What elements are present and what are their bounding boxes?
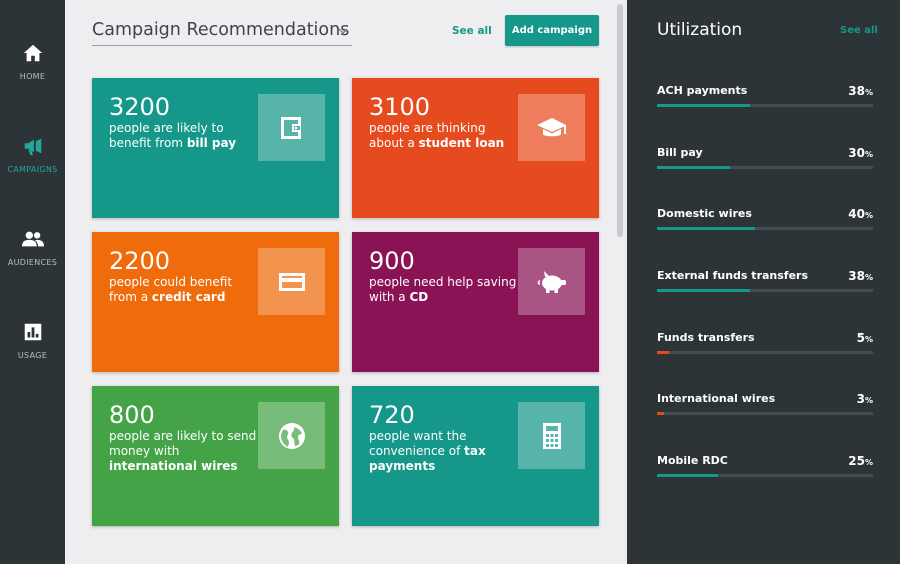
campaign-card-bill-pay[interactable]: 3200 people are likely to benefit from b… (92, 78, 339, 218)
campaign-card-credit-card[interactable]: 2200 people could benefit from a credit … (92, 232, 339, 372)
chevron-down-icon (338, 28, 348, 34)
campaign-type-dropdown[interactable]: Campaign Recommendations (92, 18, 352, 46)
utilization-percent: 38% (848, 84, 873, 98)
campaign-card-student-loan[interactable]: 3100 people are thinking about a student… (352, 78, 599, 218)
utilization-panel: Utilization See all ACH payments 38% Bill … (627, 0, 900, 564)
card-icon-box (258, 248, 325, 315)
nav-label-campaigns: CAMPAIGNS (7, 165, 58, 174)
utilization-row: Bill pay 30% (657, 146, 873, 176)
utilization-bar-fill (657, 227, 755, 230)
nav-label-audiences: AUDIENCES (7, 258, 58, 267)
utilization-name: External funds transfers (657, 269, 809, 282)
utilization-bar-fill (657, 104, 750, 107)
megaphone-icon (24, 138, 41, 156)
card-icon-box (518, 402, 585, 469)
utilization-percent: 38% (848, 269, 873, 283)
wallet-icon (280, 116, 301, 139)
utilization-percent: 25% (848, 454, 873, 468)
utilization-row: International wires 3% (657, 392, 873, 422)
utilization-bar-fill (657, 351, 670, 354)
utilization-name: Bill pay (657, 146, 703, 159)
card-description: people are likely to benefit from bill p… (109, 121, 237, 150)
utilization-name: International wires (657, 392, 776, 405)
main-content: Campaign Recommendations See all Add cam… (65, 0, 627, 564)
utilization-bar-fill (657, 166, 731, 169)
add-campaign-button[interactable]: Add campaign (505, 15, 599, 46)
people-icon (21, 231, 44, 247)
utilization-percent: 40% (848, 207, 873, 221)
card-count: 3100 (369, 93, 431, 121)
utilization-bar-track (657, 104, 873, 107)
nav-label-home: HOME (19, 72, 46, 81)
utilization-percent: 5% (856, 331, 873, 345)
nav-item-home[interactable]: HOME (0, 42, 65, 114)
card-description: people want the convenience of tax payme… (369, 429, 486, 473)
campaign-card-tax-payments[interactable]: 720 people want the convenience of tax p… (352, 386, 599, 526)
utilization-row: External funds transfers 38% (657, 269, 873, 299)
utilization-bar-fill (657, 474, 719, 477)
campaign-card-cd[interactable]: 900 people need help saving with a CD (352, 232, 599, 372)
card-count: 2200 (109, 247, 171, 275)
utilization-bar-track (657, 474, 873, 477)
dropdown-selected-value: Campaign Recommendations (92, 20, 350, 40)
utilization-bar-track (657, 412, 873, 415)
utilization-percent: 30% (848, 146, 873, 160)
utilization-bar-track (657, 227, 873, 230)
bar-chart-icon (24, 323, 41, 341)
card-icon-box (258, 402, 325, 469)
card-icon-box (518, 94, 585, 161)
utilization-name: Funds transfers (657, 331, 755, 344)
utilization-bar-track (657, 351, 873, 354)
utilization-row: Funds transfers 5% (657, 331, 873, 361)
graduation-cap-icon (536, 117, 566, 136)
utilization-row: ACH payments 38% (657, 84, 873, 114)
card-description: people are thinking about a student loan (369, 121, 505, 150)
card-icon-box (258, 94, 325, 161)
utilization-bar-track (657, 166, 873, 169)
utilization-bar-track (657, 289, 873, 292)
card-description: people need help saving with a CD (369, 275, 517, 304)
card-count: 800 (109, 401, 155, 429)
scrollbar-thumb[interactable] (617, 4, 623, 237)
utilization-bar-fill (657, 412, 665, 415)
credit-card-icon (278, 272, 305, 291)
main-scrollbar[interactable] (616, 0, 624, 564)
utilization-name: Domestic wires (657, 207, 752, 220)
utilization-percent: 3% (856, 392, 873, 406)
nav-label-usage: USAGE (17, 351, 48, 360)
card-description: people could benefit from a credit card (109, 275, 233, 304)
utilization-title: Utilization (657, 20, 743, 40)
campaign-card-international-wires[interactable]: 800 people are likely to send money with… (92, 386, 339, 526)
card-count: 720 (369, 401, 415, 429)
see-all-utilization-link[interactable]: See all (840, 25, 878, 36)
nav-item-usage[interactable]: USAGE (0, 321, 65, 393)
card-icon-box (518, 248, 585, 315)
card-count: 900 (369, 247, 415, 275)
piggy-bank-icon (537, 270, 566, 293)
nav-item-campaigns[interactable]: CAMPAIGNS (0, 135, 65, 207)
utilization-bar-fill (657, 289, 750, 292)
utilization-row: Mobile RDC 25% (657, 454, 873, 484)
sidebar-nav: HOME CAMPAIGNS AUDIENCES USAGE (0, 0, 65, 564)
card-count: 3200 (109, 93, 171, 121)
nav-item-audiences[interactable]: AUDIENCES (0, 228, 65, 300)
globe-icon (278, 422, 305, 449)
home-icon (23, 44, 42, 62)
see-all-campaigns-link[interactable]: See all (452, 25, 492, 37)
card-description: people are likely to send money with int… (109, 429, 257, 473)
calculator-icon (542, 422, 561, 449)
utilization-name: ACH payments (657, 84, 748, 97)
utilization-name: Mobile RDC (657, 454, 728, 467)
utilization-row: Domestic wires 40% (657, 207, 873, 237)
